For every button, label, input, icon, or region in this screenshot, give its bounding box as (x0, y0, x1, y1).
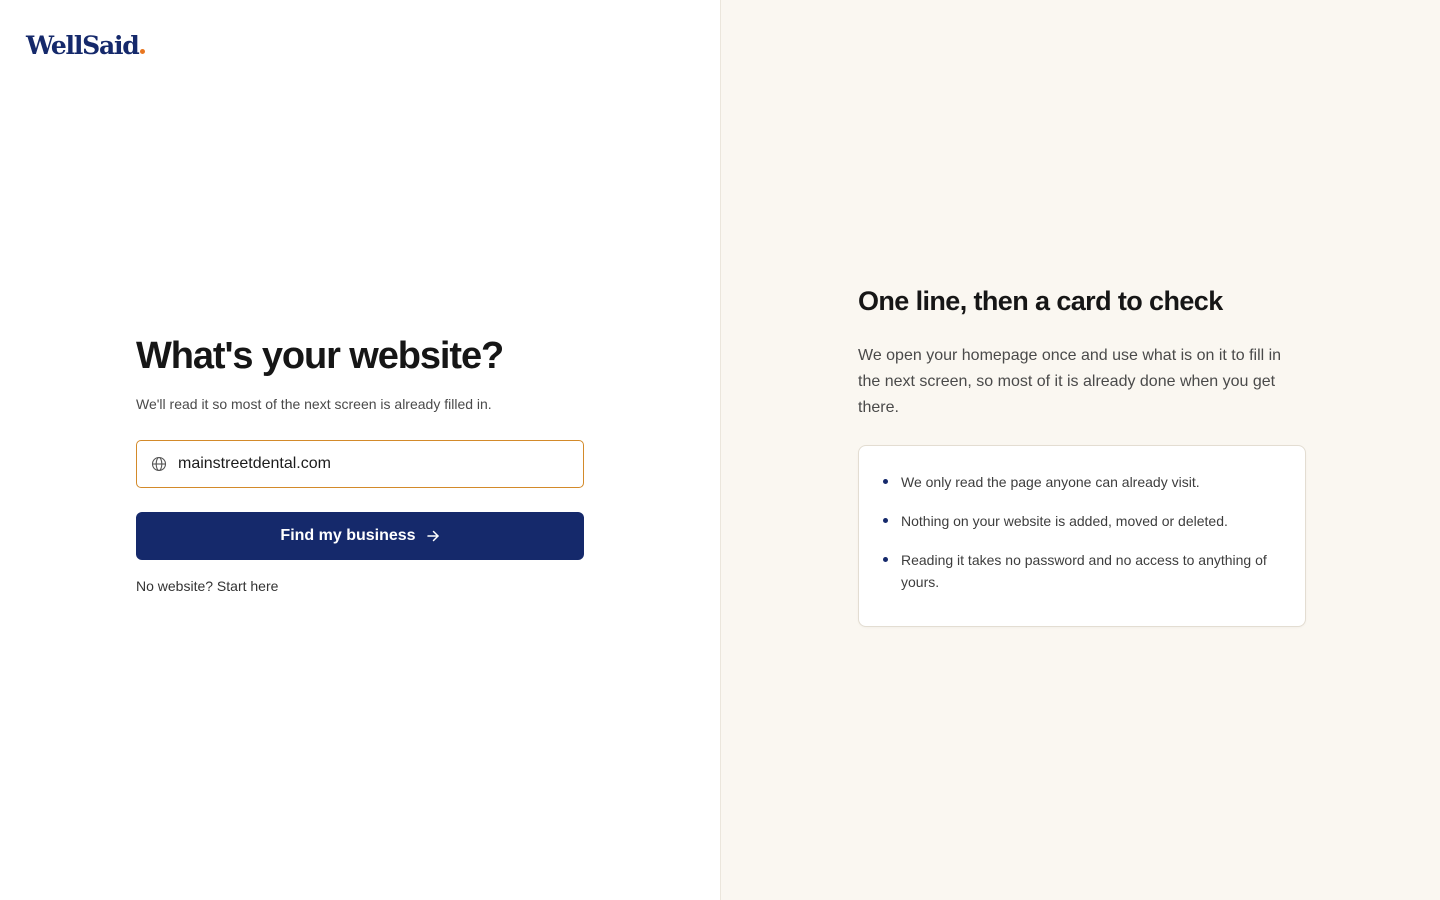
wellsaid-logo[interactable]: WellSaid (26, 30, 145, 62)
reassurance-card: We only read the page anyone can already… (858, 445, 1306, 627)
page-subtitle: We'll read it so most of the next screen… (136, 396, 492, 412)
find-my-business-label: Find my business (280, 527, 416, 544)
bullet-icon (883, 479, 888, 484)
reassurance-text: We only read the page anyone can already… (901, 474, 1200, 490)
bullet-icon (883, 518, 888, 523)
website-url-field[interactable] (136, 440, 584, 488)
left-pane: WellSaid What's your website? We'll read… (0, 0, 720, 900)
bullet-icon (883, 557, 888, 562)
info-panel: One line, then a card to check We open y… (858, 283, 1306, 627)
info-description: We open your homepage once and use what … (858, 347, 1282, 416)
reassurance-text: Reading it takes no password and no acce… (901, 552, 1267, 590)
reassurance-item: Nothing on your website is added, moved … (883, 510, 1281, 532)
right-pane: One line, then a card to check We open y… (720, 0, 1440, 900)
website-url-input[interactable] (178, 455, 569, 473)
no-website-link[interactable]: No website? Start here (136, 578, 278, 594)
arrow-right-icon (426, 530, 439, 542)
reassurance-list: We only read the page anyone can already… (883, 471, 1281, 593)
logo-wordmark: WellSaid (26, 31, 140, 60)
logo-dot (139, 49, 145, 54)
reassurance-item: We only read the page anyone can already… (883, 471, 1281, 493)
page-title: What's your website? (136, 335, 504, 377)
reassurance-text: Nothing on your website is added, moved … (901, 513, 1228, 529)
website-form: What's your website? We'll read it so mo… (136, 334, 584, 596)
find-my-business-button[interactable]: Find my business (136, 512, 584, 560)
info-title: One line, then a card to check (858, 286, 1223, 316)
globe-icon (151, 456, 167, 472)
reassurance-item: Reading it takes no password and no acce… (883, 549, 1281, 593)
